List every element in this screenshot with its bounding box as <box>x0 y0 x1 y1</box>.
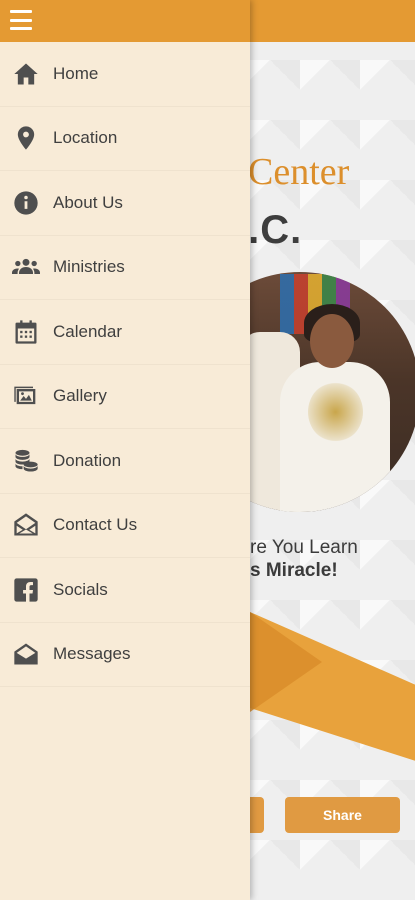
location-pin-icon <box>11 123 41 153</box>
menu-item-contact-us[interactable]: Contact Us <box>0 494 250 558</box>
drawer-menu: Home Location About Us Ministries Calend… <box>0 42 250 687</box>
mail-icon <box>11 639 41 669</box>
info-icon <box>11 188 41 218</box>
menu-item-label: Calendar <box>53 321 122 341</box>
menu-item-donation[interactable]: Donation <box>0 429 250 494</box>
menu-item-label: Donation <box>53 450 122 470</box>
menu-item-home[interactable]: Home <box>0 42 250 107</box>
church-name-text: Center <box>248 151 350 193</box>
menu-item-label: Home <box>53 63 99 83</box>
home-icon <box>11 59 41 89</box>
menu-item-label: Messages <box>53 644 131 664</box>
menu-item-socials[interactable]: Socials <box>0 558 250 623</box>
menu-item-about-us[interactable]: About Us <box>0 171 250 236</box>
tagline-line2: s Miracle! <box>250 560 338 581</box>
menu-item-label: Gallery <box>53 386 107 406</box>
calendar-icon <box>11 317 41 347</box>
menu-item-label: Socials <box>53 579 108 599</box>
person-face <box>310 314 354 368</box>
menu-item-ministries[interactable]: Ministries <box>0 236 250 300</box>
tagline-line1: re You Learn <box>250 537 358 558</box>
menu-item-calendar[interactable]: Calendar <box>0 300 250 365</box>
envelope-open-icon <box>11 510 41 540</box>
gallery-icon <box>11 381 41 411</box>
coins-icon <box>11 446 41 476</box>
drawer-header <box>0 0 250 42</box>
menu-item-label: Location <box>53 128 118 148</box>
robe-embroidery <box>308 382 363 442</box>
hamburger-menu-icon[interactable] <box>10 10 32 30</box>
menu-item-label: About Us <box>53 192 123 212</box>
menu-item-gallery[interactable]: Gallery <box>0 365 250 429</box>
share-button[interactable]: Share <box>285 797 400 833</box>
navigation-drawer: Home Location About Us Ministries Calend… <box>0 0 250 900</box>
people-group-icon <box>11 252 41 282</box>
facebook-icon <box>11 575 41 605</box>
menu-item-label: Contact Us <box>53 515 138 535</box>
menu-item-messages[interactable]: Messages <box>0 623 250 687</box>
menu-item-label: Ministries <box>53 257 125 277</box>
menu-item-location[interactable]: Location <box>0 107 250 171</box>
